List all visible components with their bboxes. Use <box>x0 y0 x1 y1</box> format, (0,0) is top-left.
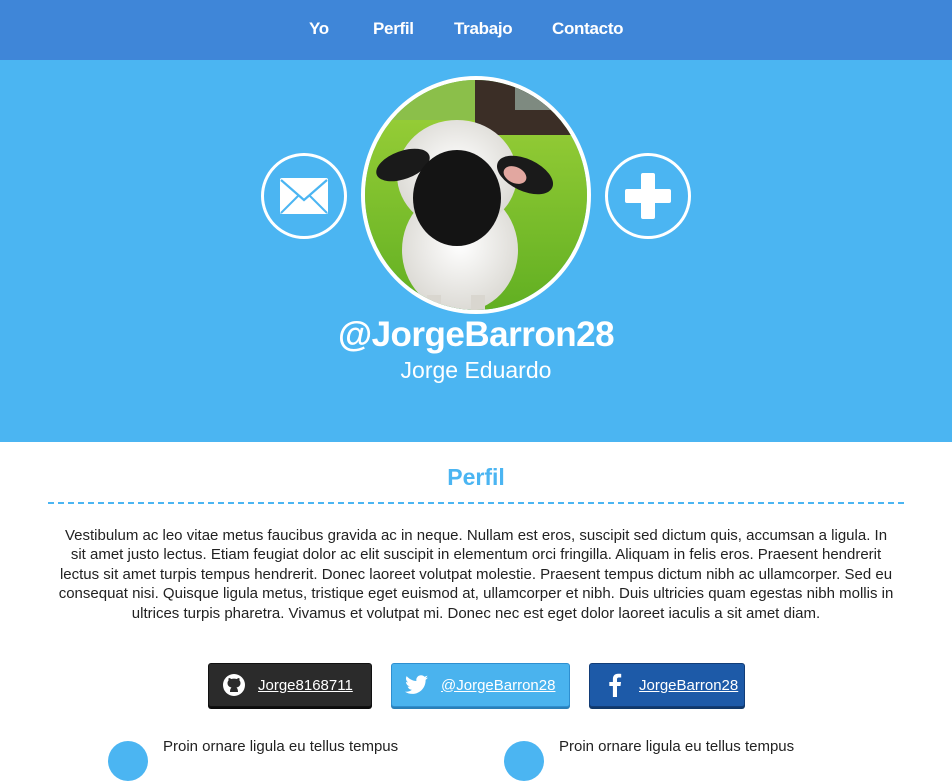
section-title: Perfil <box>447 464 505 490</box>
profile-handle: @JorgeBarron28 <box>337 315 615 354</box>
profile-description: Vestibulum ac leo vitae metus faucibus g… <box>58 527 894 622</box>
github-username: Jorge8168711 <box>258 676 353 694</box>
feature-icon <box>108 741 148 781</box>
feature-text: Proin ornare ligula eu tellus tempus <box>559 738 795 755</box>
nav-link-perfil[interactable]: Perfil <box>373 19 414 39</box>
feature-item: Proin ornare ligula eu tellus tempus <box>108 738 448 781</box>
top-navigation: Yo Perfil Trabajo Contacto <box>0 0 952 60</box>
twitter-username: @JorgeBarron28 <box>441 676 556 694</box>
nav-link-yo[interactable]: Yo <box>309 19 329 39</box>
nav-link-trabajo[interactable]: Trabajo <box>454 19 513 39</box>
feature-item: Proin ornare ligula eu tellus tempus <box>504 738 844 781</box>
twitter-button[interactable]: @JorgeBarron28 <box>391 663 570 707</box>
avatar <box>361 76 591 314</box>
section-divider <box>48 502 904 504</box>
plus-icon <box>625 173 671 219</box>
github-icon <box>222 673 246 697</box>
facebook-icon <box>603 673 627 697</box>
twitter-icon <box>405 673 429 697</box>
add-button[interactable] <box>605 153 691 239</box>
mail-button[interactable] <box>261 153 347 239</box>
github-button[interactable]: Jorge8168711 <box>208 663 372 707</box>
feature-text: Proin ornare ligula eu tellus tempus <box>163 738 399 755</box>
profile-photo <box>365 80 587 310</box>
feature-icon <box>504 741 544 781</box>
envelope-icon <box>280 178 328 214</box>
facebook-button[interactable]: JorgeBarron28 <box>589 663 745 707</box>
profile-name: Jorge Eduardo <box>400 357 552 383</box>
nav-link-contacto[interactable]: Contacto <box>552 19 624 39</box>
profile-hero: @JorgeBarron28 Jorge Eduardo <box>0 60 952 442</box>
facebook-username: JorgeBarron28 <box>639 676 739 694</box>
